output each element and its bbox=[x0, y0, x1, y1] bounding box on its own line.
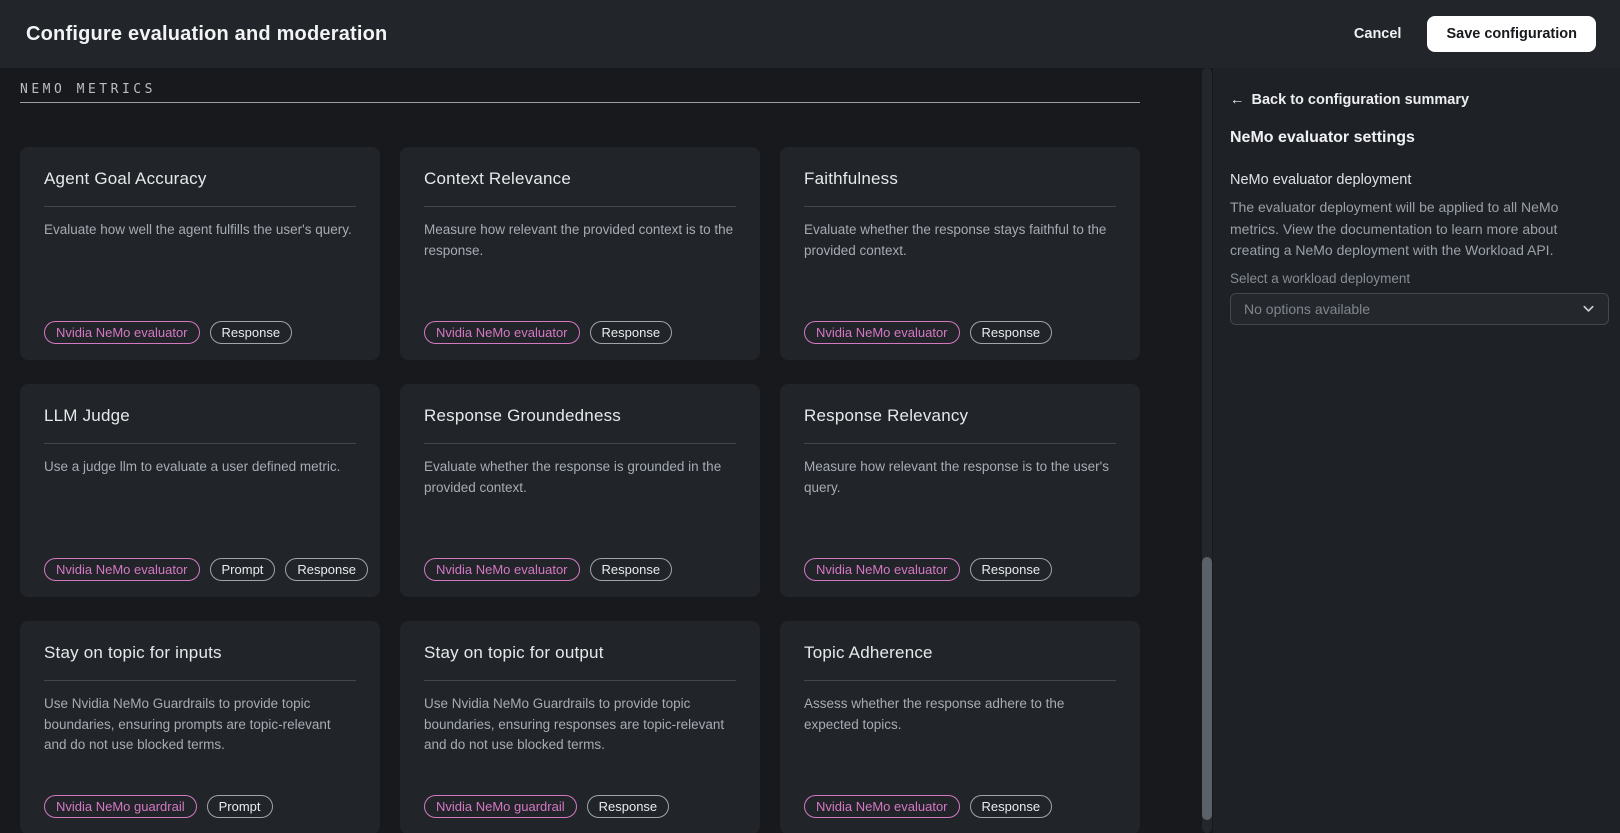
save-configuration-button[interactable]: Save configuration bbox=[1427, 16, 1596, 52]
metric-card-tags: Nvidia NeMo evaluator Response bbox=[804, 321, 1116, 344]
io-tag: Response bbox=[969, 795, 1053, 818]
back-link-label: Back to configuration summary bbox=[1251, 92, 1470, 108]
io-tag: Response bbox=[969, 558, 1053, 581]
metric-card[interactable]: Stay on topic for output Use Nvidia NeMo … bbox=[400, 621, 760, 833]
sidebar-title: NeMo evaluator settings bbox=[1230, 129, 1415, 146]
back-arrow-icon: ← bbox=[1230, 92, 1245, 108]
metric-card[interactable]: Response Groundedness Evaluate whether th… bbox=[400, 384, 760, 597]
metric-card-title: Topic Adherence bbox=[804, 643, 933, 662]
metric-card-tags: Nvidia NeMo guardrail Prompt bbox=[44, 795, 356, 818]
metric-card[interactable]: LLM Judge Use a judge llm to evaluate a u… bbox=[20, 384, 380, 597]
page-title: Configure evaluation and moderation bbox=[26, 22, 388, 45]
metric-card-tags: Nvidia NeMo evaluator Response bbox=[424, 558, 736, 581]
card-divider bbox=[44, 680, 356, 681]
cancel-button[interactable]: Cancel bbox=[1354, 26, 1402, 42]
provider-tag: Nvidia NeMo evaluator bbox=[424, 321, 580, 344]
chevron-down-icon bbox=[1581, 301, 1596, 316]
settings-sidebar: ← Back to configuration summary NeMo eva… bbox=[1213, 68, 1620, 833]
io-tag: Response bbox=[586, 795, 670, 818]
io-tag: Response bbox=[589, 321, 673, 344]
card-divider bbox=[424, 680, 736, 681]
metric-card[interactable]: Response Relevancy Measure how relevant t… bbox=[780, 384, 1140, 597]
deployment-description: The evaluator deployment will be applied… bbox=[1230, 199, 1559, 258]
provider-tag: Nvidia NeMo evaluator bbox=[424, 558, 580, 581]
io-tag: Response bbox=[285, 558, 368, 581]
card-divider bbox=[804, 443, 1116, 444]
io-tag: Response bbox=[209, 321, 293, 344]
select-value: No options available bbox=[1244, 300, 1371, 317]
metric-card-title: LLM Judge bbox=[44, 406, 130, 425]
provider-tag: Nvidia NeMo evaluator bbox=[804, 558, 960, 581]
workload-deployment-select-label: Select a workload deployment bbox=[1230, 270, 1411, 286]
io-tag: Prompt bbox=[206, 795, 273, 818]
card-divider bbox=[424, 443, 736, 444]
io-tag: Response bbox=[589, 558, 673, 581]
metric-card-title: Context Relevance bbox=[424, 169, 572, 188]
provider-tag: Nvidia NeMo evaluator bbox=[44, 321, 200, 344]
workload-deployment-select[interactable]: No options available bbox=[1230, 292, 1609, 325]
top-bar: Configure evaluation and moderation Canc… bbox=[0, 0, 1620, 68]
metric-card-tags: Nvidia NeMo evaluator Response bbox=[804, 558, 1116, 581]
deployment-subsection-title: NeMo evaluator deployment bbox=[1230, 172, 1412, 188]
metric-card-description: Use a judge llm to evaluate a user defin… bbox=[44, 459, 341, 474]
card-divider bbox=[424, 206, 736, 207]
card-divider bbox=[44, 443, 356, 444]
card-divider bbox=[804, 680, 1116, 681]
metric-card-title: Stay on topic for inputs bbox=[44, 643, 222, 662]
metric-card[interactable]: Stay on topic for inputs Use Nvidia NeMo … bbox=[20, 621, 380, 833]
metric-card-title: Agent Goal Accuracy bbox=[44, 169, 207, 188]
scrollbar-thumb[interactable] bbox=[1202, 557, 1212, 820]
card-divider bbox=[44, 206, 356, 207]
top-bar-actions: Cancel Save configuration bbox=[1354, 16, 1596, 52]
metric-card-title: Response Relevancy bbox=[804, 406, 969, 425]
io-tag: Prompt bbox=[209, 558, 276, 581]
metric-card-description: Assess whether the response adhere to th… bbox=[804, 696, 1065, 732]
metric-card-tags: Nvidia NeMo evaluator Response bbox=[424, 321, 736, 344]
back-to-configuration-summary-link[interactable]: ← Back to configuration summary bbox=[1230, 92, 1469, 108]
provider-tag: Nvidia NeMo evaluator bbox=[804, 321, 960, 344]
metric-card-description: Use Nvidia NeMo Guardrails to provide to… bbox=[424, 696, 725, 753]
metric-card-title: Stay on topic for output bbox=[424, 643, 604, 662]
metric-card[interactable]: Faithfulness Evaluate whether the respons… bbox=[780, 147, 1140, 360]
provider-tag: Nvidia NeMo guardrail bbox=[424, 795, 577, 818]
metric-card[interactable]: Topic Adherence Assess whether the respon… bbox=[780, 621, 1140, 833]
provider-tag: Nvidia NeMo guardrail bbox=[44, 795, 197, 818]
metric-card-description: Evaluate how well the agent fulfills the… bbox=[44, 222, 352, 237]
main-content: NEMO METRICS Agent Goal Accuracy Evaluate… bbox=[0, 68, 1196, 833]
scrollbar-track[interactable] bbox=[1202, 68, 1212, 833]
card-divider bbox=[804, 206, 1116, 207]
metric-card-tags: Nvidia NeMo evaluator Response bbox=[804, 795, 1116, 818]
section-heading-nemo-metrics: NEMO METRICS bbox=[20, 82, 1140, 103]
metric-card[interactable]: Agent Goal Accuracy Evaluate how well the… bbox=[20, 147, 380, 360]
metric-card-title: Response Groundedness bbox=[424, 406, 621, 425]
metric-card-tags: Nvidia NeMo evaluator Prompt Response bbox=[44, 558, 368, 581]
metric-card-tags: Nvidia NeMo guardrail Response bbox=[424, 795, 736, 818]
provider-tag: Nvidia NeMo evaluator bbox=[44, 558, 200, 581]
metric-card[interactable]: Context Relevance Measure how relevant th… bbox=[400, 147, 760, 360]
io-tag: Response bbox=[969, 321, 1053, 344]
metric-card-tags: Nvidia NeMo evaluator Response bbox=[44, 321, 356, 344]
metric-card-title: Faithfulness bbox=[804, 169, 899, 188]
metric-card-description: Use Nvidia NeMo Guardrails to provide to… bbox=[44, 696, 331, 753]
provider-tag: Nvidia NeMo evaluator bbox=[804, 795, 960, 818]
metric-card-description: Measure how relevant the response is to … bbox=[804, 459, 1109, 495]
metric-card-grid: Agent Goal Accuracy Evaluate how well the… bbox=[20, 147, 1140, 833]
metric-card-description: Evaluate whether the response is grounde… bbox=[424, 459, 722, 495]
metric-card-description: Evaluate whether the response stays fait… bbox=[804, 222, 1107, 258]
metric-card-description: Measure how relevant the provided contex… bbox=[424, 222, 734, 258]
